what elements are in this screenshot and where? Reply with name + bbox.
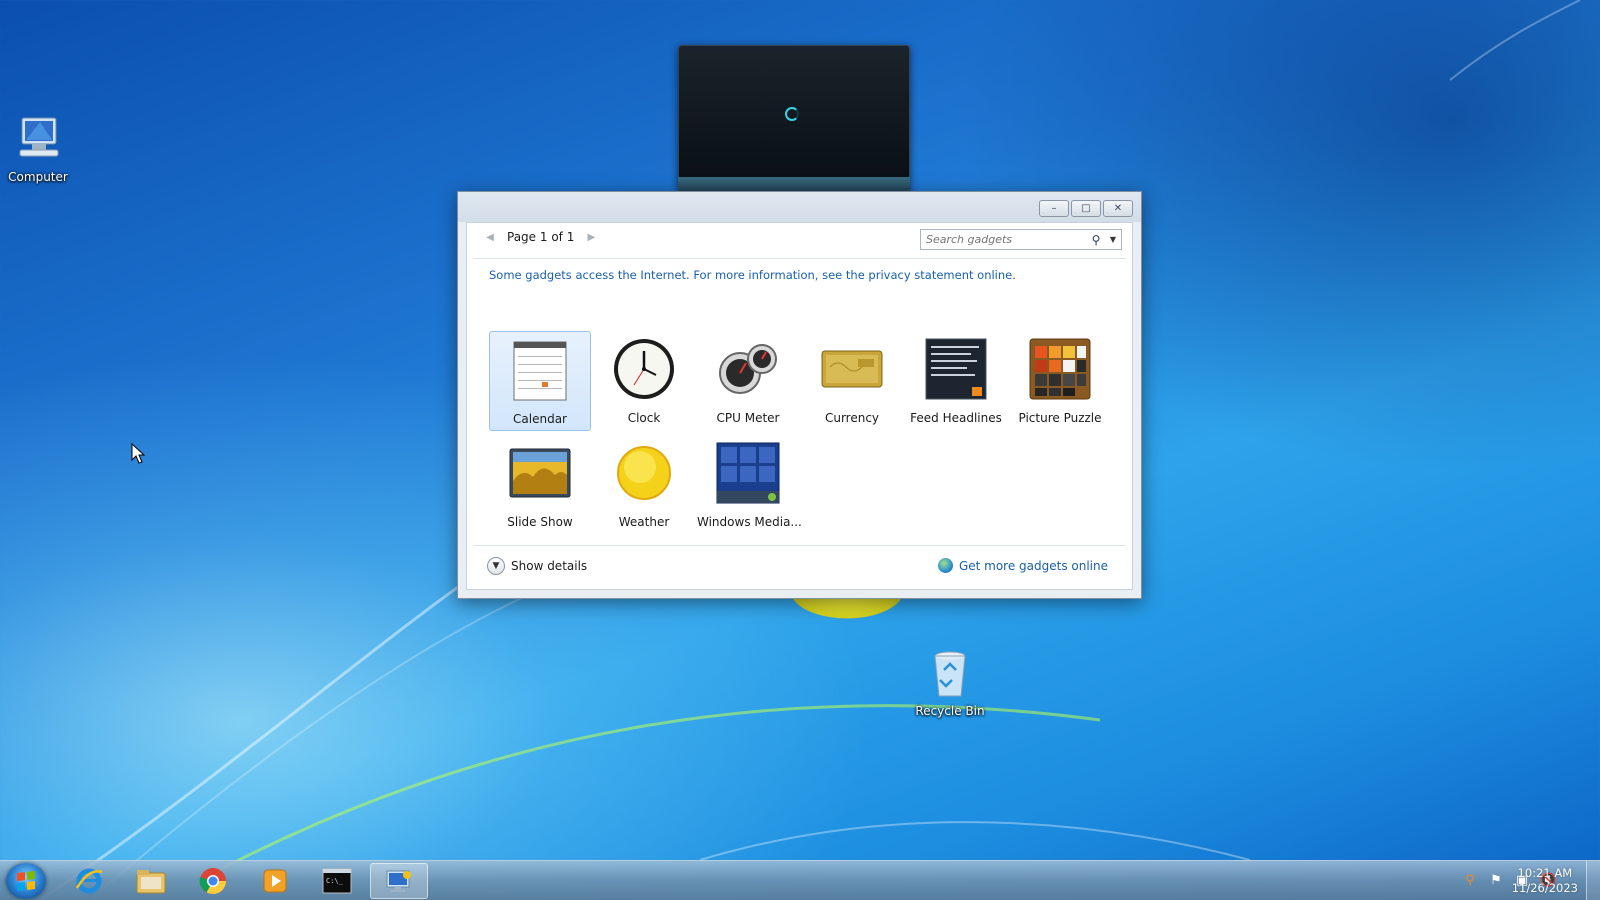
page-label: Page 1 of 1 bbox=[507, 230, 575, 244]
gadget-label: CPU Meter bbox=[716, 411, 780, 425]
gadget-label: Currency bbox=[824, 411, 880, 425]
prev-page-icon[interactable]: ◀ bbox=[483, 232, 497, 243]
gadget-tile-clock[interactable]: Clock bbox=[593, 331, 695, 431]
gadget-tile-currency[interactable]: Currency bbox=[801, 331, 903, 431]
show-desktop-button[interactable] bbox=[1586, 861, 1600, 900]
show-details-label: Show details bbox=[511, 559, 588, 573]
next-page-icon[interactable]: ▶ bbox=[584, 232, 598, 243]
gallery-footer: ▼ Show details Get more gadgets online bbox=[473, 545, 1126, 589]
gadgets-icon bbox=[386, 870, 411, 892]
gadget-tile-feed-headlines[interactable]: Feed Headlines bbox=[905, 331, 1007, 431]
maximize-button[interactable]: □ bbox=[1071, 200, 1101, 217]
minimize-button[interactable]: – bbox=[1039, 200, 1069, 217]
chevron-down-icon: ▼ bbox=[487, 557, 505, 575]
taskbar-chrome[interactable] bbox=[184, 863, 242, 899]
gallery-toolbar: ◀ Page 1 of 1 ▶ ⚲ ▼ bbox=[473, 223, 1126, 259]
gadget-gallery-window: – □ ✕ ◀ Page 1 of 1 ▶ ⚲ ▼ Some gadgets a… bbox=[457, 191, 1142, 599]
windows-logo-icon bbox=[17, 871, 35, 891]
svg-text:C:\_: C:\_ bbox=[326, 877, 344, 885]
window-body: ◀ Page 1 of 1 ▶ ⚲ ▼ Some gadgets access … bbox=[466, 222, 1133, 590]
weather-icon bbox=[612, 441, 676, 505]
cpu-meter-icon bbox=[716, 337, 780, 401]
calendar-icon bbox=[508, 338, 572, 402]
computer-icon bbox=[10, 116, 66, 166]
action-center-flag-icon[interactable]: ⚑ bbox=[1488, 873, 1504, 889]
pager: ◀ Page 1 of 1 ▶ bbox=[483, 230, 598, 244]
clock-icon bbox=[612, 337, 676, 401]
desktop-media-gadget[interactable] bbox=[678, 45, 910, 195]
desktop-icon-recycle-bin[interactable]: Recycle Bin bbox=[912, 650, 988, 718]
show-details-button[interactable]: ▼ Show details bbox=[487, 557, 587, 575]
currency-icon bbox=[820, 337, 884, 401]
taskbar: C:\_ ⚲ ⚑ ▣ 🔇 10:21 AM 11/26/2023 bbox=[0, 860, 1600, 900]
gadget-label: Weather bbox=[618, 515, 670, 529]
media-player-icon bbox=[263, 869, 287, 893]
clock-date: 11/26/2023 bbox=[1511, 881, 1578, 895]
window-controls: – □ ✕ bbox=[1039, 200, 1133, 217]
taskbar-command-prompt[interactable]: C:\_ bbox=[308, 863, 366, 899]
gadget-label: Clock bbox=[627, 411, 661, 425]
chevron-down-icon[interactable]: ▼ bbox=[1105, 235, 1121, 244]
taskbar-desktop-gadgets[interactable] bbox=[370, 863, 428, 899]
loading-spinner-icon bbox=[785, 107, 799, 121]
command-prompt-icon: C:\_ bbox=[322, 868, 352, 894]
taskbar-internet-explorer[interactable] bbox=[60, 863, 118, 899]
search-box: ⚲ ▼ bbox=[920, 229, 1122, 250]
close-button[interactable]: ✕ bbox=[1103, 200, 1133, 217]
search-icon[interactable]: ⚲ bbox=[1087, 233, 1105, 247]
get-more-label: Get more gadgets online bbox=[958, 558, 1108, 573]
gadget-label: Feed Headlines bbox=[910, 411, 1002, 425]
gadget-tile-weather[interactable]: Weather bbox=[593, 435, 695, 535]
window-titlebar[interactable]: – □ ✕ bbox=[458, 192, 1141, 222]
start-button[interactable] bbox=[6, 863, 46, 899]
chrome-icon bbox=[199, 868, 227, 895]
gadget-label: Windows Media... bbox=[697, 515, 802, 529]
taskbar-media-player[interactable] bbox=[246, 863, 304, 899]
gadget-tile-cpu-meter[interactable]: CPU Meter bbox=[697, 331, 799, 431]
clock-time: 10:21 AM bbox=[1517, 866, 1573, 880]
gadget-label: Calendar bbox=[513, 412, 567, 426]
gadget-tile-calendar[interactable]: Calendar bbox=[489, 331, 591, 431]
gadget-label: Picture Puzzle bbox=[1018, 411, 1102, 425]
taskbar-file-explorer[interactable] bbox=[122, 863, 180, 899]
feed-headlines-icon bbox=[924, 337, 988, 401]
gadget-tile-windows-media[interactable]: Windows Media... bbox=[697, 435, 802, 535]
desktop-icon-computer[interactable]: Computer bbox=[0, 116, 76, 184]
folder-icon bbox=[136, 870, 166, 894]
globe-icon bbox=[937, 558, 953, 573]
taskbar-clock[interactable]: 10:21 AM 11/26/2023 bbox=[1512, 866, 1578, 896]
slide-show-icon bbox=[508, 441, 572, 505]
gadget-label: Slide Show bbox=[507, 515, 573, 529]
windows-media-icon bbox=[716, 441, 780, 505]
mouse-cursor-icon bbox=[131, 443, 145, 464]
desktop-icon-label: Recycle Bin bbox=[915, 704, 985, 718]
search-input[interactable] bbox=[921, 230, 1087, 249]
recycle-bin-icon bbox=[922, 650, 978, 700]
privacy-notice-link[interactable]: Some gadgets access the Internet. For mo… bbox=[489, 268, 1016, 282]
desktop-icon-label: Computer bbox=[8, 170, 68, 184]
gadget-tile-picture-puzzle[interactable]: Picture Puzzle bbox=[1009, 331, 1111, 431]
internet-explorer-icon bbox=[75, 868, 103, 894]
picture-puzzle-icon bbox=[1028, 337, 1092, 401]
gadget-tile-slide-show[interactable]: Slide Show bbox=[489, 435, 591, 535]
search-tray-icon[interactable]: ⚲ bbox=[1462, 873, 1478, 889]
get-more-gadgets-link[interactable]: Get more gadgets online bbox=[937, 558, 1108, 573]
